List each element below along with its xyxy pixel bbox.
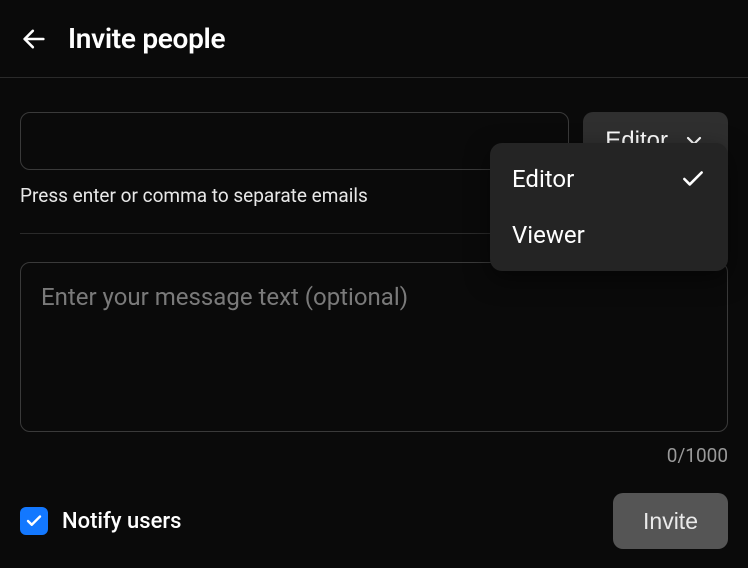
dialog-content: Editor Press enter or comma to separate … xyxy=(0,78,748,549)
notify-checkbox[interactable] xyxy=(20,507,48,535)
check-icon xyxy=(680,166,706,192)
notify-users-toggle[interactable]: Notify users xyxy=(20,507,181,535)
role-option-label: Editor xyxy=(512,165,574,193)
dialog-footer: Notify users Invite xyxy=(20,493,728,549)
role-option-editor[interactable]: Editor xyxy=(490,151,728,207)
invite-button[interactable]: Invite xyxy=(613,493,728,549)
role-dropdown-menu: Editor Viewer xyxy=(490,143,728,271)
role-option-viewer[interactable]: Viewer xyxy=(490,207,728,263)
notify-label: Notify users xyxy=(62,509,181,534)
dialog-title: Invite people xyxy=(68,22,225,55)
email-input[interactable] xyxy=(20,112,569,170)
dialog-header: Invite people xyxy=(0,0,748,78)
message-textarea[interactable] xyxy=(20,262,728,432)
arrow-left-icon xyxy=(20,25,48,53)
character-counter: 0/1000 xyxy=(20,444,728,467)
role-option-label: Viewer xyxy=(512,221,585,249)
back-button[interactable] xyxy=(20,25,48,53)
check-icon xyxy=(25,512,43,530)
